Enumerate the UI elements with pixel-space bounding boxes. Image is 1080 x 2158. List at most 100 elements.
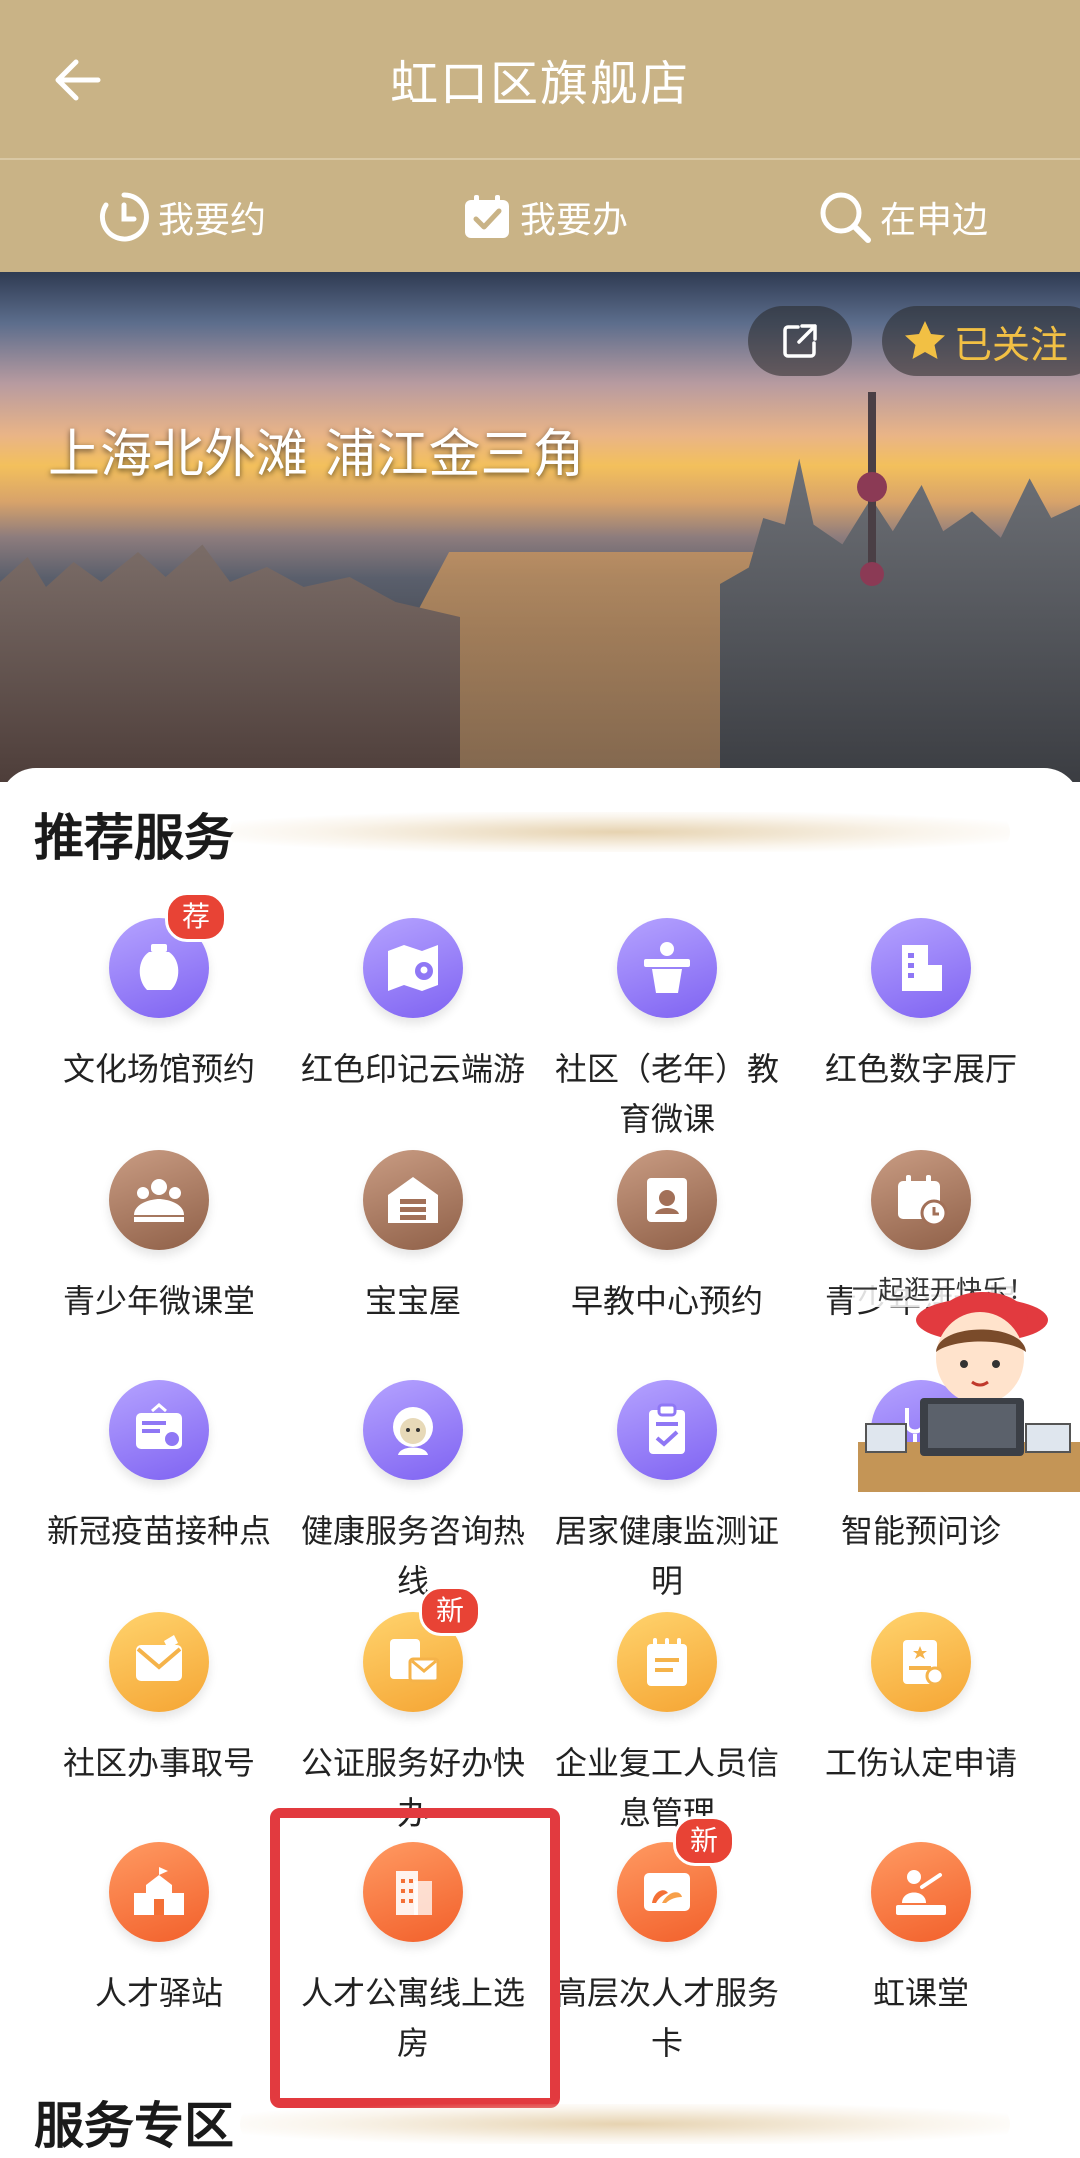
tab-bar: 我要约 我要办 在申边	[0, 158, 1080, 274]
tab-nearby[interactable]: 在申边	[818, 182, 988, 252]
service-icon-bg	[617, 1380, 717, 1480]
service-label: 工伤认定申请	[824, 1744, 1017, 1782]
service-label: 人才驿站	[94, 1974, 223, 2012]
service-icon-bg	[109, 1842, 209, 1942]
service-enterprise-resumption[interactable]: 企业复工人员信息管理	[540, 1612, 794, 1838]
teacher-icon	[896, 1870, 946, 1915]
clock-icon	[99, 192, 149, 242]
follow-label: 已关注	[954, 322, 1069, 367]
tab-appointment-label: 我要约	[158, 200, 267, 241]
podium-icon	[644, 942, 690, 993]
service-label: 新冠疫苗接种点	[46, 1512, 271, 1550]
service-talent-card[interactable]: 新 高层次人才服务卡	[540, 1816, 794, 2068]
service-icon-bg	[871, 1150, 971, 1250]
service-icon-bg: 荐	[109, 892, 228, 1018]
service-health-hotline[interactable]: 健康服务咨询热线	[286, 1380, 540, 1606]
service-red-tour[interactable]: 红色印记云端游	[286, 918, 540, 1094]
envelope-icon	[136, 1635, 182, 1681]
service-hong-class[interactable]: 虹课堂	[794, 1842, 1048, 2018]
classroom-icon	[134, 1179, 184, 1222]
tab-appointment[interactable]: 我要约	[98, 182, 266, 252]
vase-icon	[139, 944, 179, 990]
building-icon	[902, 945, 942, 991]
service-early-education[interactable]: 早教中心预约	[540, 1150, 794, 1326]
share-icon	[783, 324, 817, 358]
page-title: 虹口区旗舰店	[389, 56, 690, 112]
service-icon-bg	[871, 1612, 971, 1712]
service-icon-bg	[617, 918, 717, 1018]
service-icon-bg	[871, 918, 971, 1018]
service-icon-bg	[617, 1612, 717, 1712]
clipboard-icon	[649, 1403, 685, 1454]
service-icon-bg	[363, 1380, 463, 1480]
banner-tower-sphere-lower	[860, 562, 884, 586]
notary-icon	[390, 1639, 440, 1683]
banner-skyline-left	[0, 544, 460, 782]
service-icon-bg	[363, 918, 463, 1018]
service-label: 早教中心预约	[570, 1282, 763, 1320]
service-elder-education[interactable]: 社区（老年）教育微课	[540, 918, 794, 1144]
app-header: 虹口区旗舰店	[0, 0, 1080, 158]
service-label: 红色数字展厅	[824, 1050, 1017, 1088]
house-icon	[388, 1177, 438, 1223]
section-decoration	[240, 2104, 1010, 2144]
service-icon-bg	[109, 1380, 209, 1480]
service-label: 红色印记云端游	[300, 1050, 525, 1088]
star-icon	[905, 321, 945, 359]
checkbox-icon	[465, 195, 509, 238]
service-vaccine-sites[interactable]: 新冠疫苗接种点	[32, 1380, 286, 1556]
school-icon	[134, 1865, 184, 1915]
service-label: 社区（老年）教育微课	[554, 1050, 779, 1138]
share-button[interactable]	[748, 306, 852, 376]
service-baby-house[interactable]: 宝宝屋	[286, 1150, 540, 1326]
certificate-icon	[903, 1640, 945, 1686]
service-icon-bg	[109, 1150, 209, 1250]
service-label: 高层次人才服务卡	[554, 1974, 779, 2062]
photo-card-icon	[644, 1873, 690, 1911]
search-icon	[820, 192, 871, 243]
card-icon	[136, 1403, 182, 1449]
service-icon-bg: 新	[363, 1586, 482, 1712]
service-youth-class[interactable]: 青少年微课堂	[32, 1150, 286, 1326]
section-decoration	[230, 812, 1010, 852]
service-icon-bg	[109, 1612, 209, 1712]
service-label: 宝宝屋	[364, 1282, 461, 1320]
banner-tower-sphere	[857, 472, 887, 502]
service-zone-title: 服务专区	[34, 2097, 234, 2155]
service-home-health-certificate[interactable]: 居家健康监测证明	[540, 1380, 794, 1606]
service-talent-station[interactable]: 人才驿站	[32, 1842, 286, 2018]
service-icon-bg	[363, 1150, 463, 1250]
service-red-digital-hall[interactable]: 红色数字展厅	[794, 918, 1048, 1094]
service-icon-bg: 新	[617, 1816, 736, 1942]
elder-icon	[393, 1407, 433, 1455]
service-label: 企业复工人员信息管理	[554, 1744, 779, 1832]
service-work-injury[interactable]: 工伤认定申请	[794, 1612, 1048, 1788]
baby-icon	[647, 1178, 687, 1222]
service-culture-venue[interactable]: 荐 文化场馆预约	[32, 892, 286, 1094]
new-badge: 新	[673, 1816, 736, 1866]
map-icon	[388, 945, 438, 991]
service-label: 健康服务咨询热线	[300, 1512, 525, 1600]
calendar-icon	[898, 1175, 948, 1227]
recommended-title: 推荐服务	[34, 809, 234, 867]
service-community-queue[interactable]: 社区办事取号	[32, 1612, 286, 1788]
highlight-box	[270, 1808, 560, 2108]
recommend-badge: 荐	[165, 892, 228, 942]
service-label: 社区办事取号	[62, 1744, 255, 1782]
service-label: 智能预问诊	[840, 1512, 1001, 1550]
service-label: 虹课堂	[872, 1974, 969, 2012]
notebook-icon	[647, 1638, 687, 1686]
tab-handle[interactable]: 我要办	[462, 182, 628, 252]
follow-button[interactable]: 已关注	[882, 306, 1080, 376]
service-label: 居家健康监测证明	[554, 1512, 779, 1600]
service-label: 文化场馆预约	[62, 1050, 255, 1088]
service-label: 青少年微课堂	[62, 1282, 255, 1320]
service-icon-bg	[871, 1842, 971, 1942]
service-notary[interactable]: 新 公证服务好办快办	[286, 1586, 540, 1838]
tab-nearby-label: 在申边	[880, 200, 989, 241]
tab-handle-label: 我要办	[520, 200, 629, 241]
banner-caption: 上海北外滩 浦江金三角	[48, 425, 585, 485]
new-badge: 新	[419, 1586, 482, 1636]
mascot-avatar[interactable]	[858, 1262, 1080, 1492]
service-icon-bg	[617, 1150, 717, 1250]
